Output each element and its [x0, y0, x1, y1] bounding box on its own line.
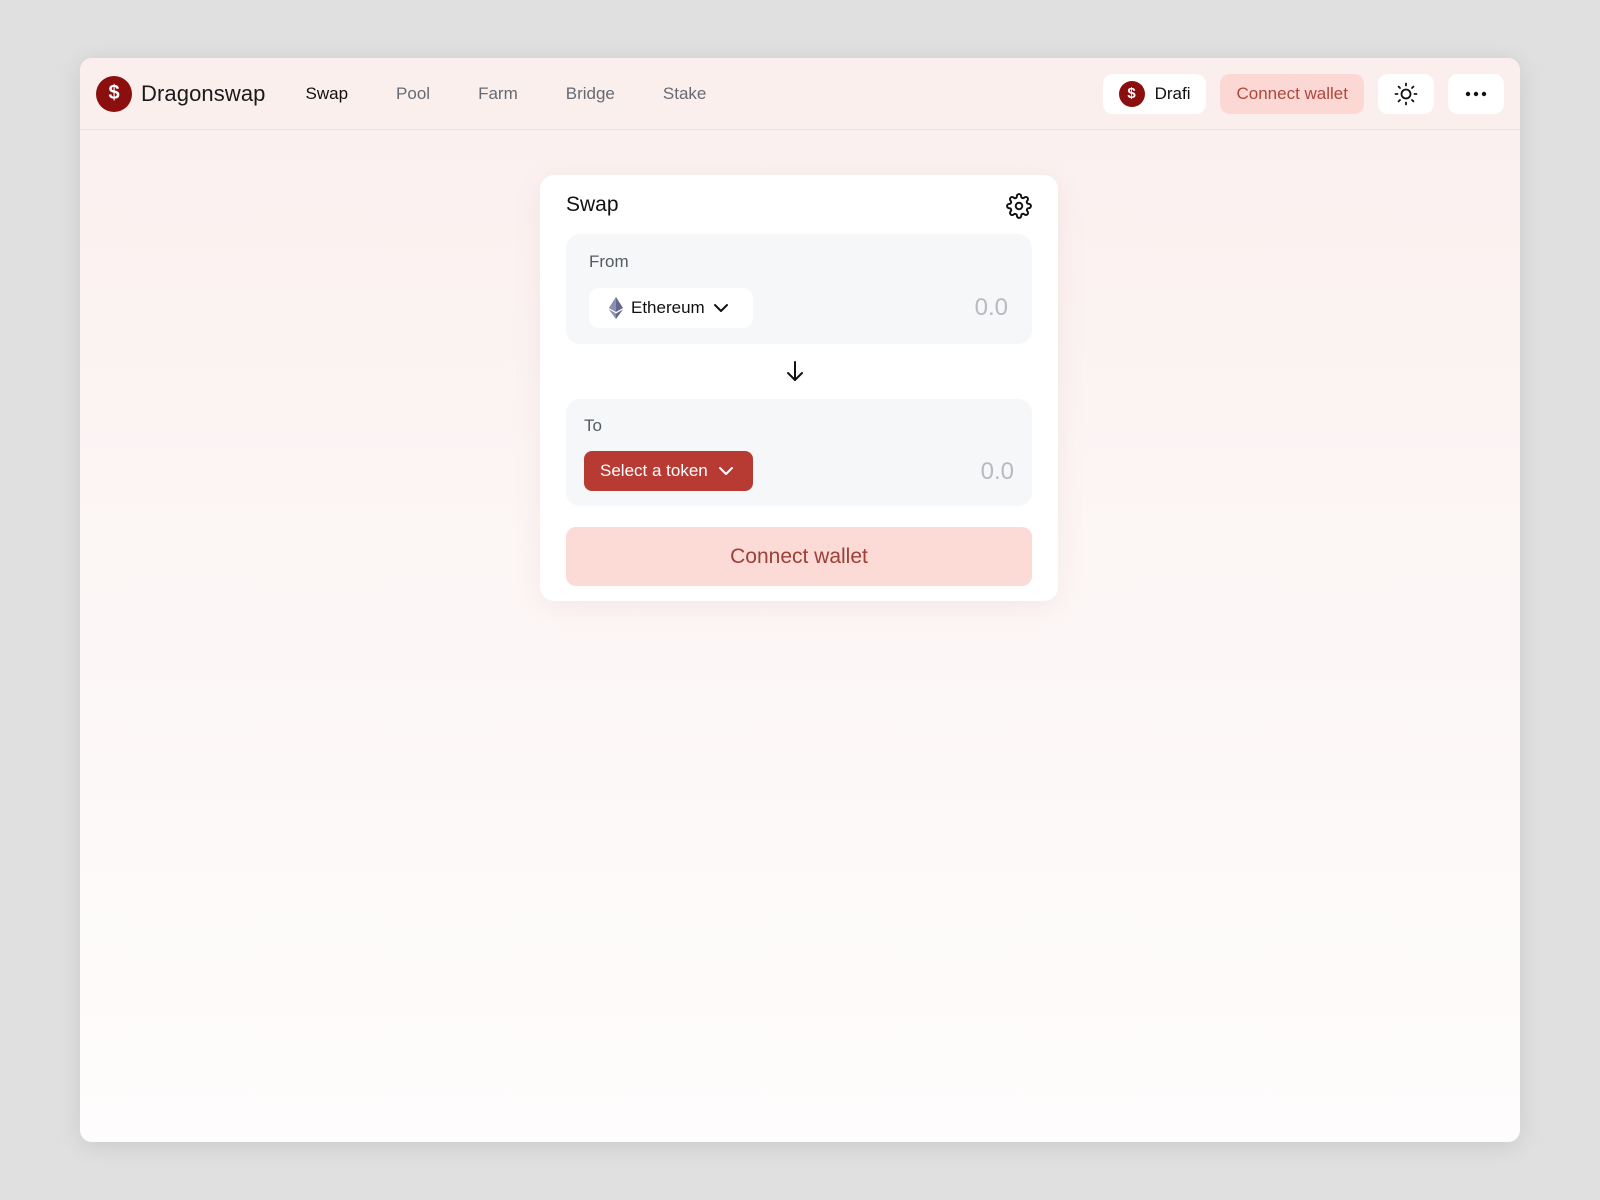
nav-item-pool[interactable]: Pool: [396, 84, 430, 104]
drafi-token-button[interactable]: $ Drafi: [1102, 73, 1207, 114]
gear-icon[interactable]: [1006, 193, 1032, 219]
to-label: To: [584, 416, 602, 435]
from-label: From: [589, 252, 629, 271]
ethereum-icon: [609, 297, 623, 319]
more-options-button[interactable]: [1448, 73, 1504, 114]
chevron-down-icon: [713, 304, 728, 312]
dollar-icon: $: [1118, 80, 1145, 107]
to-amount-input[interactable]: [834, 454, 1014, 490]
nav-item-farm[interactable]: Farm: [478, 84, 518, 104]
to-panel: To Select a token: [566, 399, 1032, 506]
theme-toggle-button[interactable]: [1378, 73, 1434, 114]
from-panel: From Ethereum: [566, 234, 1032, 344]
connect-wallet-main-button[interactable]: Connect wallet: [566, 527, 1032, 586]
main-nav: Swap Pool Farm Bridge Stake: [306, 84, 707, 104]
more-horizontal-icon: [1465, 91, 1487, 96]
select-token-label: Select a token: [600, 461, 708, 480]
brand-name: Dragonswap: [141, 80, 266, 106]
dollar-icon: $: [96, 75, 132, 112]
sun-icon: [1394, 82, 1418, 105]
arrow-down-icon[interactable]: [784, 359, 806, 383]
from-token-name: Ethereum: [631, 298, 705, 317]
header-actions: $ Drafi Connect wallet: [1102, 73, 1504, 114]
connect-wallet-button[interactable]: Connect wallet: [1220, 73, 1364, 114]
app-window: $ Dragonswap Swap Pool Farm Bridge Stake…: [80, 58, 1520, 1142]
from-token-select[interactable]: Ethereum: [589, 288, 753, 328]
nav-item-bridge[interactable]: Bridge: [566, 84, 615, 104]
swap-title: Swap: [566, 193, 619, 216]
select-token-button[interactable]: Select a token: [584, 451, 753, 491]
from-amount-input[interactable]: [828, 290, 1008, 326]
drafi-label: Drafi: [1154, 83, 1191, 103]
brand[interactable]: $ Dragonswap: [96, 75, 266, 112]
nav-item-swap[interactable]: Swap: [306, 84, 349, 104]
top-navbar: $ Dragonswap Swap Pool Farm Bridge Stake…: [80, 58, 1520, 130]
chevron-down-icon: [718, 467, 733, 475]
swap-card: Swap From Ethereum 0.0 To Select a token…: [540, 175, 1058, 601]
nav-item-stake[interactable]: Stake: [663, 84, 706, 104]
